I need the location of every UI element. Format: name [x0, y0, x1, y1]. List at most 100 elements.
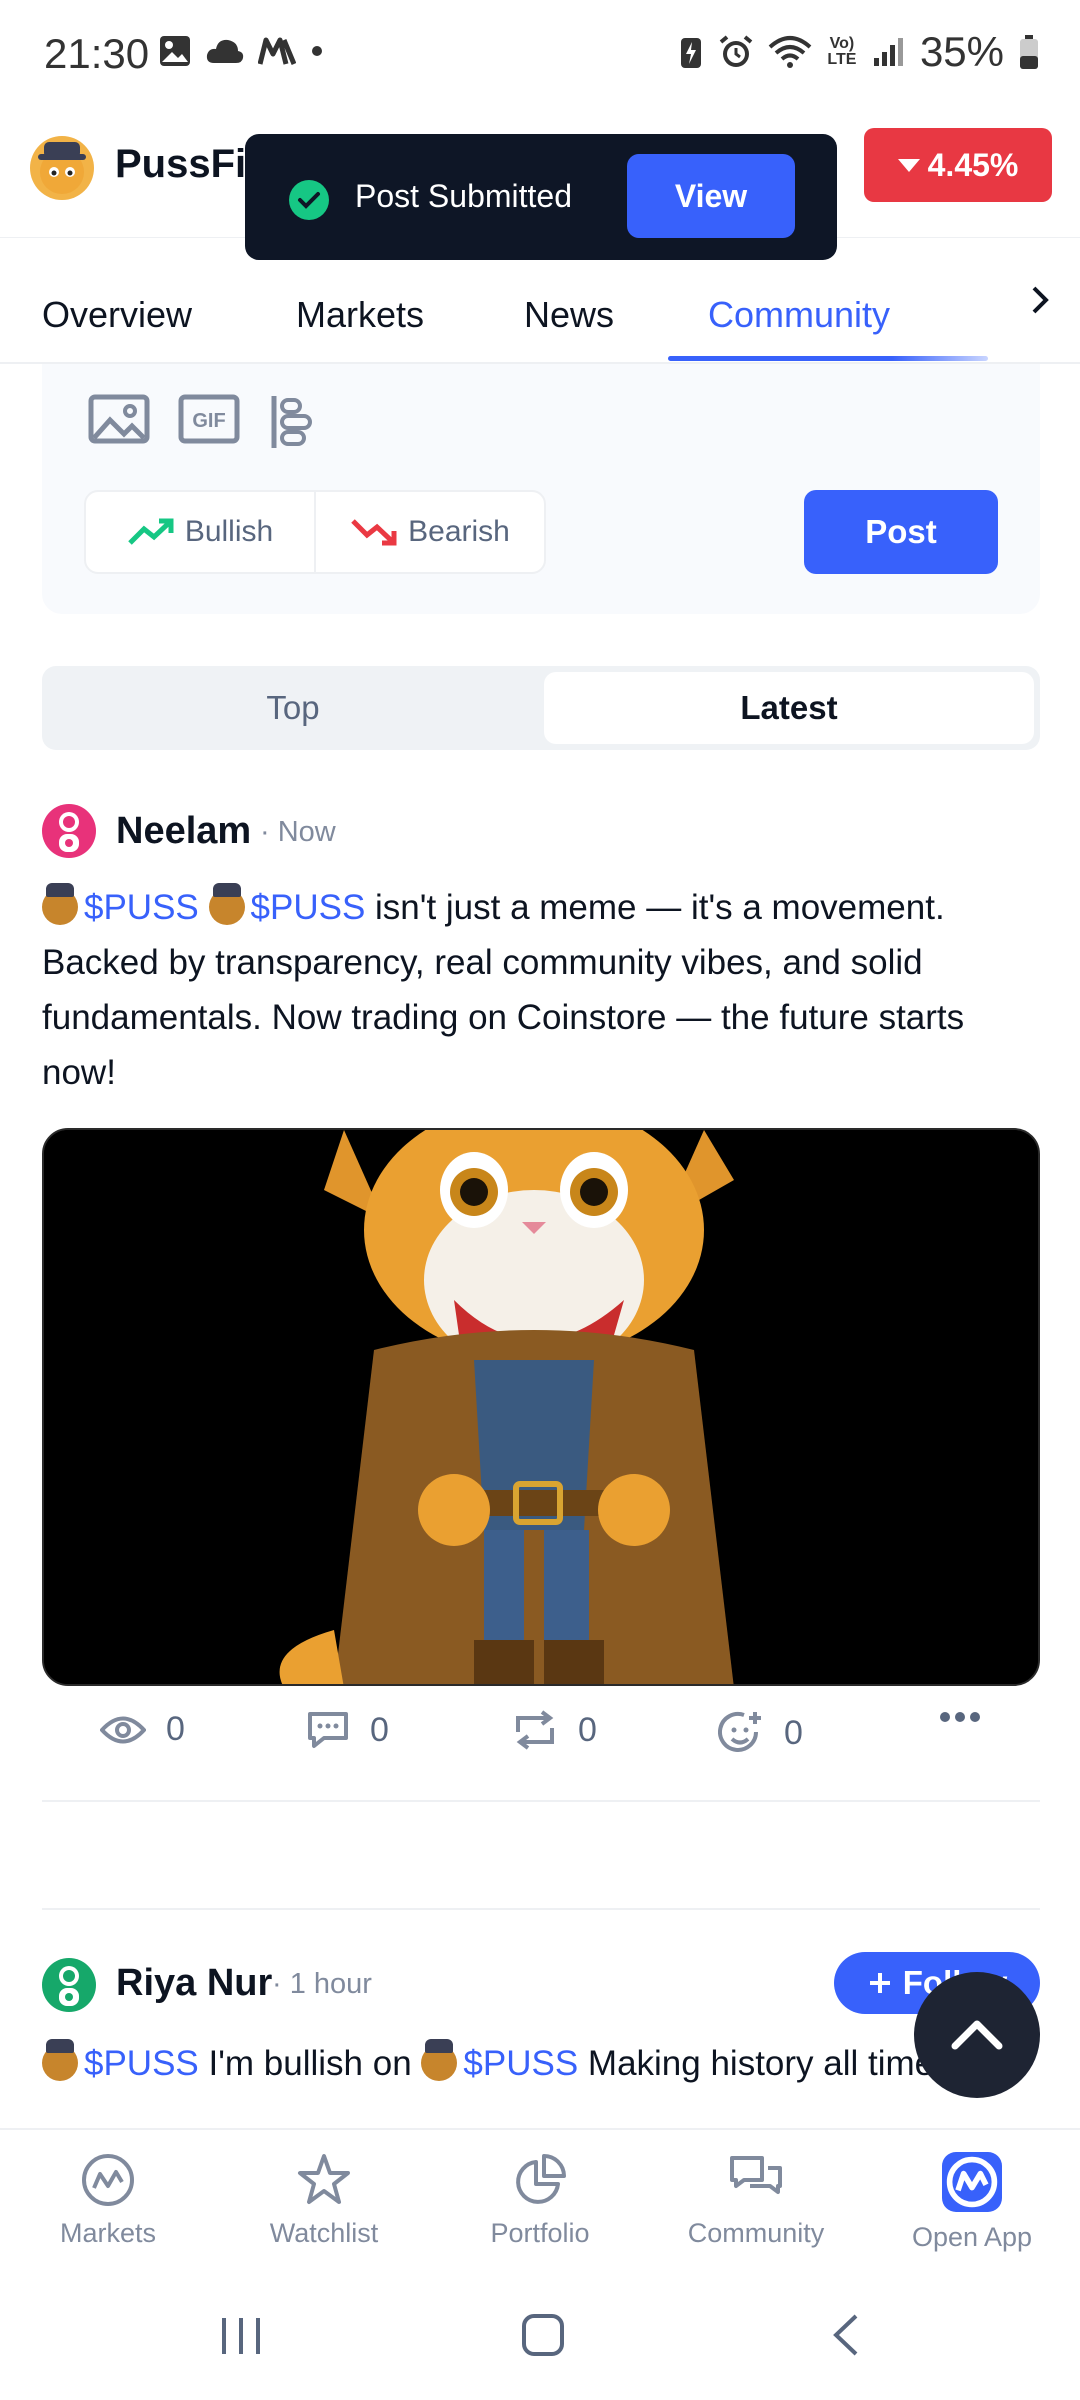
eye-icon [100, 1716, 146, 1743]
post-text: $PUSS I'm bullish on $PUSS Making histor… [42, 2036, 1042, 2128]
cashtag-link[interactable]: $PUSS [84, 2044, 199, 2083]
more-options-icon[interactable] [938, 1710, 982, 1724]
sort-top-option[interactable]: Top [48, 672, 538, 744]
cashtag-link[interactable]: $PUSS [84, 888, 199, 927]
post-text-content: Making history all time [578, 2044, 935, 2083]
bullish-label: Bullish [184, 515, 274, 548]
star-icon [298, 2154, 350, 2204]
dot-icon [312, 46, 322, 56]
cashtag-link[interactable]: $PUSS [463, 2044, 578, 2083]
price-change-value: 4.45% [927, 146, 1019, 183]
comments-count: 0 [370, 1710, 389, 1749]
chat-bubbles-icon [730, 2156, 782, 2194]
bearish-button[interactable]: Bearish [314, 492, 544, 572]
avatar[interactable] [42, 1958, 96, 2012]
m-app-icon [258, 37, 296, 65]
home-icon[interactable] [520, 2312, 566, 2358]
cat-emoji-icon [208, 883, 245, 925]
coinmarketcap-icon [942, 2152, 1002, 2212]
signal-icon [873, 38, 903, 66]
repost-icon [516, 1710, 554, 1750]
coin-logo [30, 136, 94, 200]
markets-icon [82, 2154, 134, 2206]
app-screen: 21:30 Vo) LTE 35% PussFi 4.45% Post Subm… [0, 0, 1080, 2400]
nav-open-app-label: Open App [911, 2222, 1033, 2252]
active-tab-indicator [668, 356, 988, 361]
pie-chart-icon [516, 2154, 566, 2204]
post-submitted-toast: Post Submitted View [245, 134, 837, 260]
check-circle-icon [289, 180, 329, 220]
views-count: 0 [166, 1710, 185, 1748]
bearish-label: Bearish [408, 515, 510, 548]
toast-message: Post Submitted [355, 178, 572, 214]
post-text-content: I'm bullish on [198, 2044, 422, 2083]
network-label: Vo) LTE [827, 35, 857, 68]
tab-news[interactable]: News [524, 294, 614, 336]
reposts-stat[interactable]: 0 [512, 1710, 597, 1750]
sort-latest-option[interactable]: Latest [544, 672, 1034, 744]
post-image[interactable] [42, 1128, 1040, 1686]
toast-view-button[interactable]: View [627, 154, 795, 238]
chevron-right-icon[interactable] [1028, 280, 1052, 330]
cat-emoji-icon [421, 2039, 458, 2081]
gif-icon[interactable]: GIF [178, 394, 240, 449]
tab-markets[interactable]: Markets [296, 294, 424, 336]
nav-markets[interactable]: Markets [18, 2152, 198, 2249]
down-triangle-icon [897, 158, 920, 172]
comments-stat[interactable]: 0 [306, 1710, 389, 1750]
nav-watchlist[interactable]: Watchlist [234, 2152, 414, 2249]
cat-emoji-icon [42, 883, 78, 925]
alarm-icon [719, 35, 753, 67]
status-right: Vo) LTE 35% [678, 28, 1040, 76]
post-button[interactable]: Post [804, 490, 998, 574]
cashtag-link[interactable]: $PUSS [251, 888, 366, 927]
add-reaction-icon [718, 1711, 761, 1752]
image-icon[interactable] [88, 394, 150, 449]
system-navigation-bar [0, 2268, 1080, 2400]
nav-portfolio[interactable]: Portfolio [450, 2152, 630, 2249]
trend-down-icon [351, 519, 397, 546]
battery-saver-icon [680, 38, 701, 68]
sentiment-selector: Bullish Bearish [84, 490, 546, 574]
nav-portfolio-label: Portfolio [490, 2218, 590, 2248]
reposts-count: 0 [578, 1710, 597, 1749]
status-left-icons [158, 34, 324, 68]
trend-up-icon [128, 518, 174, 545]
post-author[interactable]: Neelam [116, 810, 251, 853]
wifi-icon [768, 36, 812, 68]
nav-open-app[interactable]: Open App [882, 2152, 1062, 2253]
reactions-stat[interactable]: 0 [718, 1710, 803, 1756]
status-time: 21:30 [44, 30, 150, 77]
recent-apps-icon[interactable] [218, 2314, 264, 2358]
back-icon[interactable] [828, 2312, 864, 2358]
post-text: $PUSS $PUSS isn't just a meme — it's a m… [42, 880, 1042, 1100]
plus-icon [869, 1973, 890, 1993]
post-author[interactable]: Riya Nur [116, 1962, 272, 2005]
nav-watchlist-label: Watchlist [269, 2218, 379, 2248]
post-divider [42, 1908, 1040, 1910]
image-icon [160, 36, 190, 66]
post-stats-bar: 0 0 0 0 [42, 1700, 1040, 1770]
avatar[interactable] [42, 804, 96, 858]
reactions-count: 0 [784, 1713, 803, 1752]
views-stat: 0 [100, 1710, 185, 1749]
nav-community[interactable]: Community [666, 2152, 846, 2249]
cowboy-cat-illustration [44, 1130, 1038, 1684]
cat-emoji-icon [42, 2039, 78, 2081]
post-composer: GIF Bullish Bearish Post [42, 364, 1040, 614]
scroll-to-top-button[interactable] [914, 1972, 1040, 2098]
poll-icon[interactable] [270, 394, 314, 455]
bullish-button[interactable]: Bullish [86, 492, 314, 572]
bottom-navigation: Markets Watchlist Portfolio Community Op… [0, 2128, 1080, 2268]
price-change-badge[interactable]: 4.45% [864, 128, 1052, 202]
tab-overview[interactable]: Overview [42, 294, 192, 336]
tab-community[interactable]: Community [708, 294, 890, 336]
comment-icon [308, 1712, 348, 1748]
feed-sort-toggle: Top Latest [42, 666, 1040, 750]
post-time: · 1 hour [272, 1968, 372, 2000]
chevron-up-icon [951, 2020, 1003, 2050]
status-bar: 21:30 Vo) LTE 35% [0, 0, 1080, 110]
battery-percent: 35% [919, 28, 1004, 75]
svg-text:GIF: GIF [192, 410, 225, 432]
post-divider [42, 1800, 1040, 1802]
